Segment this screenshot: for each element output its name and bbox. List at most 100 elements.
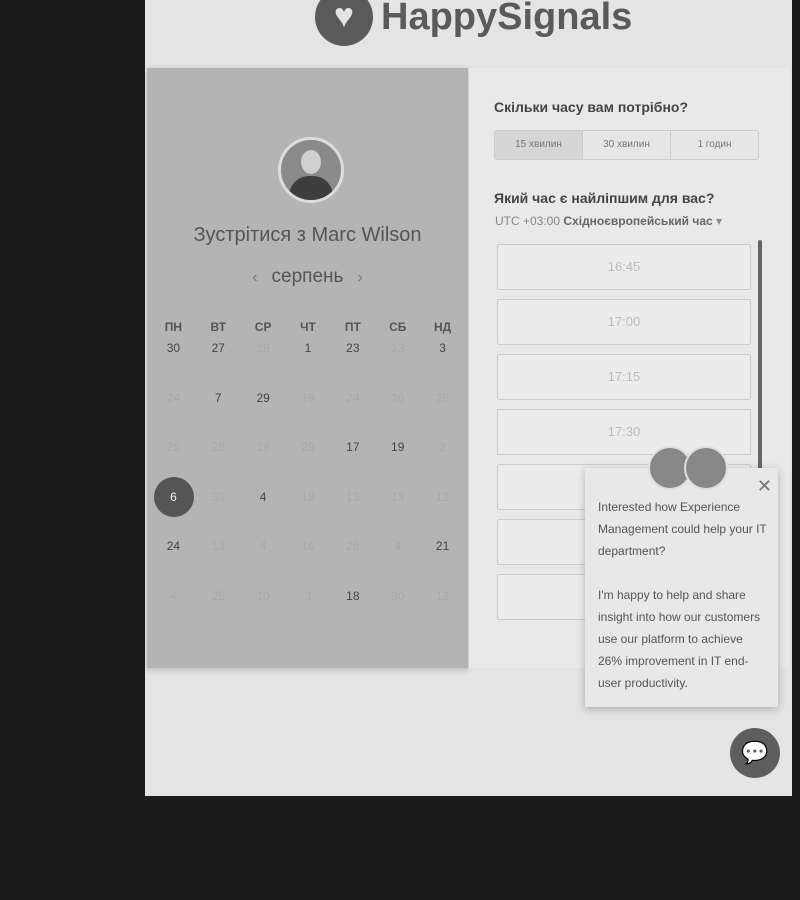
day-number: 26 [435, 390, 450, 405]
calendar-day[interactable]: 19 [375, 441, 420, 491]
day-number: 19 [256, 440, 270, 455]
time-slot[interactable]: 17:00 [497, 299, 751, 345]
weekday-header: ПТ [344, 320, 361, 334]
day-number: 4 [259, 489, 267, 504]
calendar-day[interactable]: 27 [196, 342, 241, 392]
popup-text-1: Interested how Experience Management cou… [598, 500, 767, 558]
time-question: Який час є найліпшим для вас? [494, 190, 715, 206]
duration-30[interactable]: 30 хвилин [583, 131, 671, 159]
chat-popup: ✕ Interested how Experience Management c… [585, 468, 778, 707]
month-label: серпень [271, 266, 344, 287]
calendar-day: 19 [241, 441, 286, 491]
popup-text-2: I'm happy to help and share insight into… [598, 588, 761, 690]
calendar-day[interactable]: 24 [151, 540, 196, 590]
popup-text: Interested how Experience Management cou… [598, 496, 768, 694]
day-number: 12 [435, 489, 450, 504]
calendar-day[interactable]: 23 [330, 342, 375, 392]
timezone-select[interactable]: UTC +03:00 Східноєвропейський час ▾ [495, 214, 722, 228]
calendar-day[interactable]: 21 [420, 540, 465, 590]
brand-name: HappySignals [381, 0, 633, 38]
calendar-day: 12 [420, 491, 465, 541]
selected-day[interactable]: 6 [151, 476, 196, 541]
day-number: 13 [211, 539, 225, 554]
prev-month-button[interactable]: ‹ [252, 269, 257, 286]
calendar-day: 10 [241, 590, 286, 640]
calendar-day: 13 [375, 342, 420, 392]
day-number: 6 [170, 489, 177, 504]
day-number: 12 [435, 588, 450, 603]
weekday-header: ЧТ [300, 320, 316, 334]
day-number: 23 [346, 341, 360, 355]
meet-prefix: Зустрітися з [193, 224, 306, 246]
calendar-day: 4 [241, 540, 286, 590]
day-number: 29 [301, 440, 315, 455]
calendar-day[interactable]: 29 [241, 392, 286, 442]
calendar-day: 25 [330, 540, 375, 590]
day-number: 1 [304, 341, 312, 355]
calendar-day: 3 [286, 590, 331, 640]
time-slot[interactable]: 17:15 [497, 354, 751, 400]
calendar-day: 29 [286, 441, 331, 491]
calendar-day: 16 [286, 540, 331, 590]
calendar-day: 26 [375, 392, 420, 442]
day-number: 25 [166, 440, 181, 455]
calendar-day: 30 [196, 491, 241, 541]
day-number: 27 [211, 341, 225, 355]
day-number: 24 [346, 390, 360, 405]
day-number: 25 [346, 539, 360, 554]
calendar-day: 19 [241, 342, 286, 392]
calendar-day: 4 [375, 540, 420, 590]
day-number: 18 [301, 489, 315, 504]
duration-60[interactable]: 1 годин [671, 131, 758, 159]
calendar-day[interactable]: 18 [330, 590, 375, 640]
day-number: 4 [170, 588, 177, 603]
calendar-grid: ПН ВТ СР ЧТ ПТ СБ НД 30 27 19 1 23 13 3 24 7 29 19 24 26 26 2… [151, 320, 465, 640]
caret-down-icon: ▾ [716, 214, 723, 228]
day-number: 28 [211, 440, 225, 455]
calendar-day: 13 [375, 491, 420, 541]
day-number: 30 [211, 489, 225, 504]
chat-button[interactable]: 💬 [730, 728, 780, 778]
host-name: Marc Wilson [311, 224, 422, 246]
calendar-day: 24 [330, 392, 375, 442]
day-number: 26 [391, 390, 405, 405]
calendar-day[interactable]: 30 [151, 342, 196, 392]
calendar-day[interactable]: 4 [241, 491, 286, 541]
day-number: 16 [301, 539, 315, 554]
calendar-day: 12 [420, 590, 465, 640]
close-icon[interactable]: ✕ [757, 476, 772, 497]
calendar-day: 13 [330, 491, 375, 541]
calendar-day[interactable]: 7 [196, 392, 241, 442]
calendar-day[interactable]: 1 [286, 342, 331, 392]
avatar [684, 446, 728, 490]
agent-avatars [648, 446, 728, 490]
day-number: 4 [259, 539, 267, 554]
calendar-day: 19 [286, 392, 331, 442]
day-number: 13 [391, 489, 405, 504]
duration-question: Скільки часу вам потрібно? [494, 99, 689, 115]
time-slot[interactable]: 16:45 [497, 244, 751, 290]
day-number: 19 [391, 440, 405, 455]
next-month-button[interactable]: › [357, 269, 362, 286]
day-number: 3 [304, 588, 312, 603]
weekday-header: ВТ [210, 320, 227, 334]
calendar-day: 13 [196, 540, 241, 590]
logo: ♥ HappySignals [315, 0, 632, 46]
calendar-day[interactable]: 3 [420, 342, 465, 392]
day-number: 13 [346, 489, 360, 504]
calendar-day: 26 [420, 392, 465, 442]
day-number: 10 [256, 588, 270, 603]
weekday-header: НД [433, 320, 452, 334]
calendar-panel: Зустрітися з Marc Wilson ‹ серпень › ПН ВТ С… [147, 68, 468, 668]
weekday-header: СБ [389, 320, 407, 334]
meet-title: Зустрітися з Marc Wilson [147, 224, 468, 247]
day-number: 4 [394, 539, 402, 554]
calendar-day[interactable]: 17 [330, 441, 375, 491]
duration-selector: 15 хвилин 30 хвилин 1 годин [494, 130, 759, 160]
tz-name: Східноєвропейський час [563, 214, 713, 228]
day-number: 24 [166, 539, 181, 554]
calendar-day: 25 [196, 590, 241, 640]
duration-15[interactable]: 15 хвилин [495, 131, 583, 159]
scrollbar[interactable] [758, 240, 762, 470]
tz-offset: UTC +03:00 [495, 214, 561, 228]
